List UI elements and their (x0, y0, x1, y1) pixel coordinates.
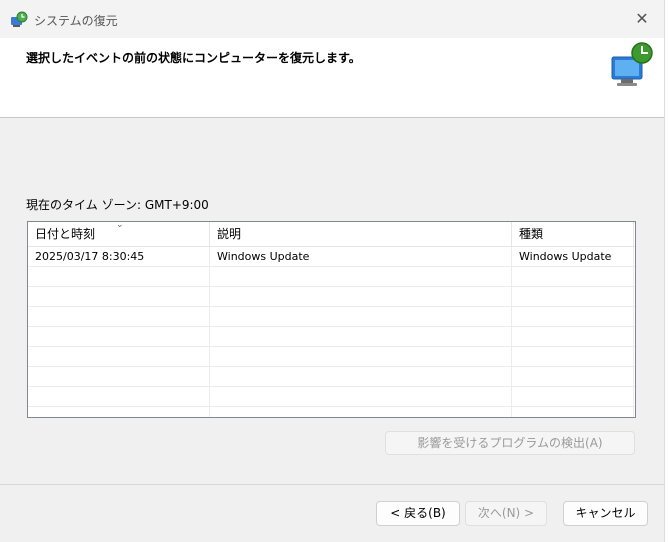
cell-datetime (28, 367, 210, 386)
table-row (28, 327, 635, 347)
system-restore-icon (11, 11, 28, 27)
list-body: 2025/03/17 8:30:45 Windows Update Window… (28, 247, 635, 417)
column-header-type[interactable]: 種類 (512, 222, 634, 246)
cell-type: Windows Update (512, 247, 634, 266)
cell-datetime: 2025/03/17 8:30:45 (28, 247, 210, 266)
sort-chevron-icon: ⌄ (116, 221, 124, 230)
restore-computer-icon (611, 42, 653, 86)
table-row (28, 287, 635, 307)
wizard-header: 選択したイベントの前の状態にコンピューターを復元します。 (0, 38, 664, 118)
cell-type (512, 307, 634, 326)
cell-datetime (28, 287, 210, 306)
table-row (28, 347, 635, 367)
table-row[interactable]: 2025/03/17 8:30:45 Windows Update Window… (28, 247, 635, 267)
cell-datetime (28, 327, 210, 346)
table-row (28, 407, 635, 417)
list-header: ⌄ 日付と時刻 説明 種類 (28, 222, 635, 247)
system-restore-window: システムの復元 ✕ 選択したイベントの前の状態にコンピューターを復元します。 現… (0, 0, 665, 542)
table-row (28, 387, 635, 407)
next-button[interactable]: 次へ(N) > (465, 501, 547, 526)
table-row (28, 267, 635, 287)
cell-description (210, 267, 512, 286)
column-header-datetime[interactable]: ⌄ 日付と時刻 (28, 222, 210, 246)
cell-type (512, 347, 634, 366)
cell-description (210, 287, 512, 306)
timezone-label: 現在のタイム ゾーン: GMT+9:00 (26, 198, 209, 212)
cell-description (210, 367, 512, 386)
table-row (28, 307, 635, 327)
cell-datetime (28, 267, 210, 286)
cell-type (512, 287, 634, 306)
instruction-text: 選択したイベントの前の状態にコンピューターを復元します。 (26, 51, 361, 65)
cell-datetime (28, 307, 210, 326)
cell-type (512, 367, 634, 386)
footer-divider (0, 484, 664, 485)
cell-description (210, 307, 512, 326)
back-button[interactable]: < 戻る(B) (376, 501, 460, 526)
cell-type (512, 407, 634, 417)
cell-description: Windows Update (210, 247, 512, 266)
restore-points-list[interactable]: ⌄ 日付と時刻 説明 種類 2025/03/17 8:30:45 Windows… (27, 221, 636, 418)
cell-type (512, 327, 634, 346)
cell-type (512, 387, 634, 406)
title-bar: システムの復元 ✕ (0, 0, 664, 38)
close-button[interactable]: ✕ (628, 6, 656, 32)
cell-datetime (28, 347, 210, 366)
table-row (28, 367, 635, 387)
close-icon: ✕ (635, 9, 649, 28)
cell-description (210, 327, 512, 346)
cell-datetime (28, 387, 210, 406)
cell-description (210, 407, 512, 417)
cell-type (512, 267, 634, 286)
cell-description (210, 347, 512, 366)
column-header-description[interactable]: 説明 (210, 222, 512, 246)
cell-description (210, 387, 512, 406)
window-title: システムの復元 (34, 14, 118, 28)
detect-affected-programs-button[interactable]: 影響を受けるプログラムの検出(A) (385, 431, 635, 455)
cancel-button[interactable]: キャンセル (563, 501, 648, 526)
cell-datetime (28, 407, 210, 417)
